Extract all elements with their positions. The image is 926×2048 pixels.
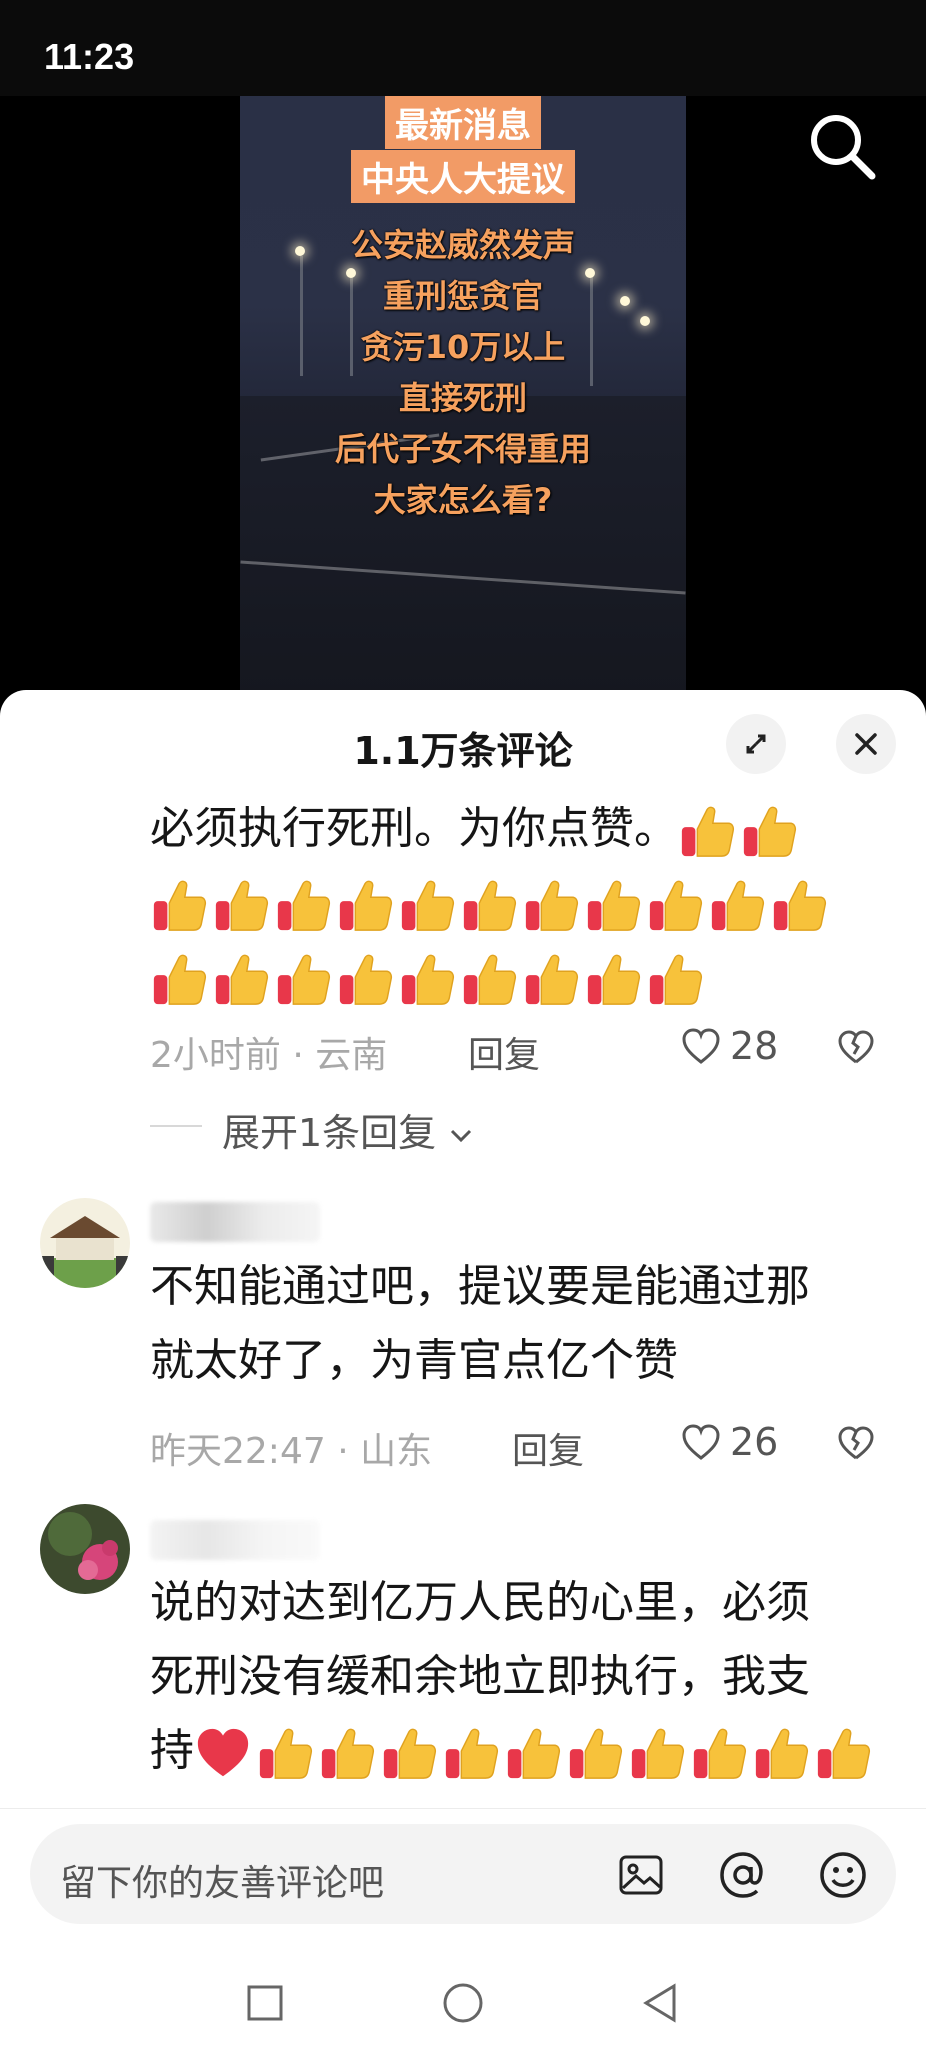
image-icon[interactable] [618,1852,664,1898]
video-caption-line: 直接死刑 [398,379,527,417]
thumbs-up-emoji [681,806,735,857]
search-icon[interactable] [804,108,880,184]
comment-text: 必须执行死刑。为你点赞。 [150,792,832,1014]
emoji-icon[interactable] [818,1850,868,1900]
thumbs-up-emoji [401,954,455,1005]
thumbs-up-emoji [277,954,331,1005]
comment-input[interactable]: 留下你的友善评论吧 [30,1824,896,1924]
thumbs-up-emoji [463,954,517,1005]
home-icon[interactable] [442,1982,484,2024]
reply-button[interactable]: 回复 [468,1026,540,1078]
thumbs-up-emoji [649,880,703,931]
video-caption-line: 重刑惩贪官 [382,277,543,315]
like-count: 28 [730,1024,779,1068]
recent-apps-icon[interactable] [246,1984,284,2022]
status-bar: 11:23 [0,0,926,96]
video-tag-latest: 最新消息 [385,96,541,149]
video-tag-proposal: 中央人大提议 [351,150,575,203]
thumbs-up-emoji [445,1728,499,1779]
thumbs-up-emoji [277,880,331,931]
close-button[interactable] [836,714,896,774]
thumbs-up-emoji [587,954,641,1005]
comment-meta: 2小时前 · 云南 [150,1035,388,1076]
expand-replies-button[interactable]: 展开1条回复 [222,1102,474,1157]
thumbs-up-emoji [463,880,517,931]
back-icon[interactable] [640,1982,680,2024]
thumbs-up-emoji [321,1728,375,1779]
comment-line: 持 [150,1725,194,1776]
thumbs-up-emoji [773,880,827,931]
username[interactable] [150,1520,320,1560]
video-caption-line: 公安赵威然发声 [350,226,575,264]
username[interactable] [150,1202,320,1242]
thumbs-up-emoji [339,954,393,1005]
comment-line: 死刑没有缓和余地立即执行，我支 [150,1651,810,1702]
avatar[interactable] [40,1504,130,1594]
comment-line: 不知能通过吧，提议要是能通过那 [150,1261,810,1312]
expand-divider [150,1125,202,1127]
video-caption-line: 后代子女不得重用 [334,430,591,468]
comment-text: 说的对达到亿万人民的心里，必须 死刑没有缓和余地立即执行，我支 持 [150,1566,876,1788]
comments-count-title: 1.1万条评论 [353,729,573,773]
thumbs-up-emoji [525,954,579,1005]
thumbs-up-emoji [743,806,797,857]
collapse-icon [746,734,766,754]
comment-meta: 昨天22:47 · 山东 [150,1431,433,1472]
thumbs-up-emoji [153,954,207,1005]
broken-heart-icon[interactable] [836,1424,876,1464]
comment-line: 必须执行死刑。为你点赞。 [150,803,678,854]
thumbs-up-emoji [259,1728,313,1779]
close-icon [855,733,877,755]
video-caption-line: 大家怎么看? [373,481,553,519]
thumbs-up-emoji [401,880,455,931]
comment-text: 不知能通过吧，提议要是能通过那 就太好了，为青官点亿个赞 [150,1250,810,1398]
comment-line: 就太好了，为青官点亿个赞 [150,1335,678,1386]
system-nav-bar [0,1950,926,2048]
thumbs-up-emoji [339,880,393,931]
like-count: 26 [730,1420,779,1464]
thumbs-up-emoji [587,880,641,931]
expand-replies-label: 展开1条回复 [222,1111,437,1155]
red-heart-emoji [197,1728,249,1777]
thumbs-up-emoji [817,1728,871,1779]
thumbs-up-emoji [507,1728,561,1779]
thumbs-up-emoji [693,1728,747,1779]
thumbs-up-emoji [649,954,703,1005]
heart-icon[interactable] [680,1026,722,1068]
avatar[interactable] [40,1198,130,1288]
thumbs-up-emoji [569,1728,623,1779]
thumbs-up-emoji [525,880,579,931]
reply-button[interactable]: 回复 [512,1422,584,1474]
thumbs-up-emoji [153,880,207,931]
at-icon[interactable] [718,1850,768,1900]
heart-icon[interactable] [680,1422,722,1464]
thumbs-up-emoji [755,1728,809,1779]
thumbs-up-emoji [631,1728,685,1779]
chevron-down-icon [451,1129,472,1142]
thumbs-up-emoji [215,880,269,931]
comment-input-placeholder: 留下你的友善评论吧 [60,1863,385,1904]
comments-sheet: 1.1万条评论 必须执行死刑。为你点赞。 2小时前 · 云南 回复 28 展开1… [0,690,926,2048]
collapse-button[interactable] [726,714,786,774]
input-divider [0,1808,926,1809]
video-frame[interactable]: 最新消息 中央人大提议 公安赵威然发声 重刑惩贪官 贪污10万以上 直接死刑 后… [240,96,686,696]
status-time: 11:23 [44,36,135,77]
broken-heart-icon[interactable] [836,1028,876,1068]
video-caption-line: 贪污10万以上 [360,328,566,366]
comment-line: 说的对达到亿万人民的心里，必须 [150,1577,810,1628]
video-player[interactable]: 最新消息 中央人大提议 公安赵威然发声 重刑惩贪官 贪污10万以上 直接死刑 后… [0,96,926,696]
thumbs-up-emoji [215,954,269,1005]
thumbs-up-emoji [711,880,765,931]
thumbs-up-emoji [383,1728,437,1779]
